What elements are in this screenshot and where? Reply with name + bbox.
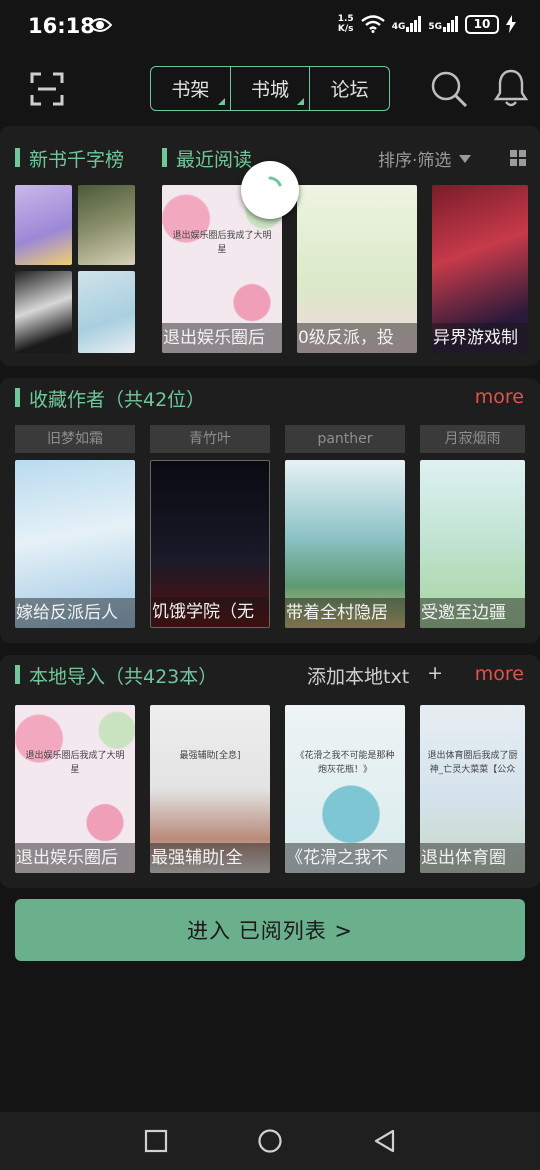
author-name[interactable]: 青竹叶 bbox=[150, 425, 270, 453]
authors-section-title: 收藏作者（共42位） bbox=[15, 385, 205, 412]
local-book-card[interactable]: 最强辅助[全息] 最强辅助[全 bbox=[150, 705, 270, 873]
loading-spinner bbox=[241, 161, 299, 219]
author-book-card[interactable]: 受邀至边疆 bbox=[420, 460, 525, 628]
enter-read-list-button[interactable]: 进入 已阅列表 > bbox=[15, 899, 525, 961]
book-title: 退出娱乐圈后 bbox=[15, 843, 135, 873]
author-name[interactable]: 月寂烟雨 bbox=[420, 425, 525, 453]
author-book-card[interactable]: 嫁给反派后人 bbox=[15, 460, 135, 628]
plus-icon: + bbox=[427, 662, 444, 684]
local-book-card[interactable]: 《花滑之我不可能是那种炮灰花瓶！》 《花滑之我不 bbox=[285, 705, 405, 873]
grid-view-icon[interactable] bbox=[510, 150, 526, 166]
recent-section-title: 最近阅读 bbox=[162, 145, 252, 172]
local-section-title: 本地导入（共423本） bbox=[15, 662, 217, 689]
rank-thumbnails[interactable] bbox=[15, 185, 135, 353]
book-title: 异界游戏制 bbox=[432, 323, 528, 353]
local-book-card[interactable]: 退出体育圈后我成了厨神_亡灵大菜菜【公众 退出体育圈 bbox=[420, 705, 525, 873]
rank-cover[interactable] bbox=[78, 185, 135, 265]
spinner-arc-icon bbox=[268, 176, 282, 187]
authors-panel: 收藏作者（共42位） more 旧梦如霜 青竹叶 panther 月寂烟雨 嫁给… bbox=[0, 378, 540, 643]
book-title: 0级反派，投 bbox=[297, 323, 417, 353]
charging-icon bbox=[506, 15, 516, 33]
net-speed: 1.5 K/s bbox=[337, 14, 354, 34]
dropdown-corner-icon bbox=[297, 98, 305, 105]
rank-cover[interactable] bbox=[15, 185, 72, 265]
author-name[interactable]: panther bbox=[285, 425, 405, 453]
home-icon[interactable] bbox=[257, 1128, 283, 1154]
rank-section-title[interactable]: 新书千字榜 bbox=[15, 145, 124, 172]
tab-forum[interactable]: 论坛 bbox=[309, 67, 389, 110]
main-tabs: 书架 书城 论坛 bbox=[150, 66, 390, 111]
sort-filter-button[interactable]: 排序·筛选 bbox=[378, 146, 472, 171]
scan-icon[interactable] bbox=[30, 72, 64, 106]
eye-icon bbox=[88, 18, 112, 32]
authors-more-link[interactable]: more bbox=[475, 386, 524, 408]
add-local-txt-button[interactable]: 添加本地txt + bbox=[307, 662, 443, 689]
system-nav-bar bbox=[0, 1112, 540, 1170]
book-title: 带着全村隐居 bbox=[285, 598, 405, 628]
signal-4g: 4G bbox=[392, 16, 422, 32]
book-title: 退出体育圈 bbox=[420, 843, 525, 873]
wifi-icon bbox=[360, 15, 385, 33]
status-time: 16:18 bbox=[28, 14, 95, 38]
recent-book-card[interactable]: 异界游戏制 bbox=[432, 185, 528, 353]
recent-apps-icon[interactable] bbox=[143, 1128, 169, 1154]
author-book-card[interactable]: 饥饿学院（无 bbox=[150, 460, 270, 628]
battery-indicator: 10 bbox=[465, 14, 499, 34]
search-icon[interactable] bbox=[430, 70, 468, 108]
book-title: 最强辅助[全 bbox=[150, 843, 270, 873]
recent-book-card[interactable]: 0级反派，投 bbox=[297, 185, 417, 353]
local-book-card[interactable]: 退出娱乐圈后我成了大明星 退出娱乐圈后 bbox=[15, 705, 135, 873]
book-title: 《花滑之我不 bbox=[285, 843, 405, 873]
local-panel: 本地导入（共423本） 添加本地txt + more 退出娱乐圈后我成了大明星 … bbox=[0, 655, 540, 888]
tab-bookstore[interactable]: 书城 bbox=[229, 67, 310, 110]
status-bar: 16:18 1.5 K/s 4G 5G 10 bbox=[0, 0, 540, 54]
rank-cover[interactable] bbox=[78, 271, 135, 353]
book-title: 饥饿学院（无 bbox=[151, 597, 269, 627]
back-icon[interactable] bbox=[372, 1128, 398, 1154]
app-header: 书架 书城 论坛 bbox=[0, 54, 540, 124]
book-title: 嫁给反派后人 bbox=[15, 598, 135, 628]
caret-down-icon bbox=[459, 154, 472, 163]
notification-bell-icon[interactable] bbox=[493, 68, 529, 108]
signal-5g: 5G bbox=[428, 16, 458, 32]
local-more-link[interactable]: more bbox=[475, 663, 524, 685]
book-title: 退出娱乐圈后 bbox=[162, 323, 282, 353]
author-name[interactable]: 旧梦如霜 bbox=[15, 425, 135, 453]
rank-cover[interactable] bbox=[15, 271, 72, 353]
tab-bookshelf[interactable]: 书架 bbox=[151, 67, 230, 110]
author-book-card[interactable]: 带着全村隐居 bbox=[285, 460, 405, 628]
dropdown-corner-icon bbox=[217, 98, 225, 105]
book-title: 受邀至边疆 bbox=[420, 598, 525, 628]
